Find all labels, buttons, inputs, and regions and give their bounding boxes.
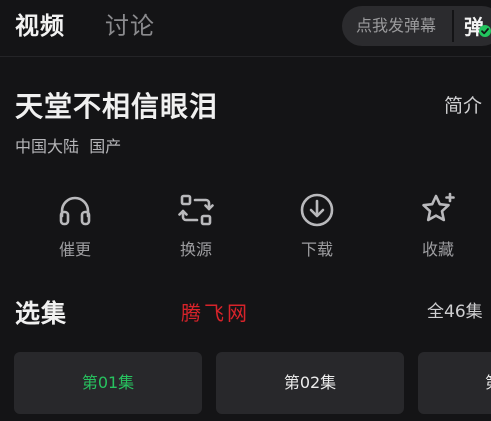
- tab-discuss[interactable]: 讨论: [105, 9, 155, 43]
- episodes-title: 选集: [15, 299, 68, 328]
- download-icon: [300, 193, 334, 227]
- download-button[interactable]: 下载: [271, 188, 363, 268]
- episode-label: 第01集: [81, 373, 135, 392]
- episodes-total-link[interactable]: 全46集: [427, 300, 483, 324]
- favorite-button[interactable]: 收藏: [392, 188, 484, 268]
- show-meta: 中国大陆 国产: [15, 136, 121, 158]
- switch-source-icon: [178, 194, 214, 226]
- download-label: 下载: [300, 240, 333, 259]
- watermark: 腾飞网: [181, 301, 250, 325]
- tab-video[interactable]: 视频: [15, 9, 65, 43]
- category-label: 国产: [89, 137, 122, 156]
- episode-card[interactable]: 第02集: [216, 352, 404, 414]
- check-icon: [479, 25, 491, 37]
- header-divider: [0, 56, 491, 57]
- urge-update-button[interactable]: 催更: [29, 188, 121, 268]
- episode-label: 第: [485, 371, 491, 395]
- show-title: 天堂不相信眼泪: [15, 90, 219, 123]
- headphones-icon: [59, 196, 91, 226]
- urge-update-label: 催更: [58, 240, 91, 259]
- switch-source-button[interactable]: 换源: [150, 188, 242, 268]
- region-label: 中国大陆: [15, 137, 80, 156]
- danmaku-divider: [452, 10, 454, 42]
- star-icon: [422, 192, 455, 222]
- switch-source-label: 换源: [179, 240, 212, 259]
- episode-card[interactable]: 第: [418, 352, 491, 414]
- danmaku-input[interactable]: 点我发弹幕: [356, 15, 436, 37]
- episode-card[interactable]: 第01集: [14, 352, 202, 414]
- episode-label: 第02集: [283, 373, 337, 392]
- favorite-label: 收藏: [421, 240, 454, 259]
- intro-link[interactable]: 简介: [444, 92, 482, 120]
